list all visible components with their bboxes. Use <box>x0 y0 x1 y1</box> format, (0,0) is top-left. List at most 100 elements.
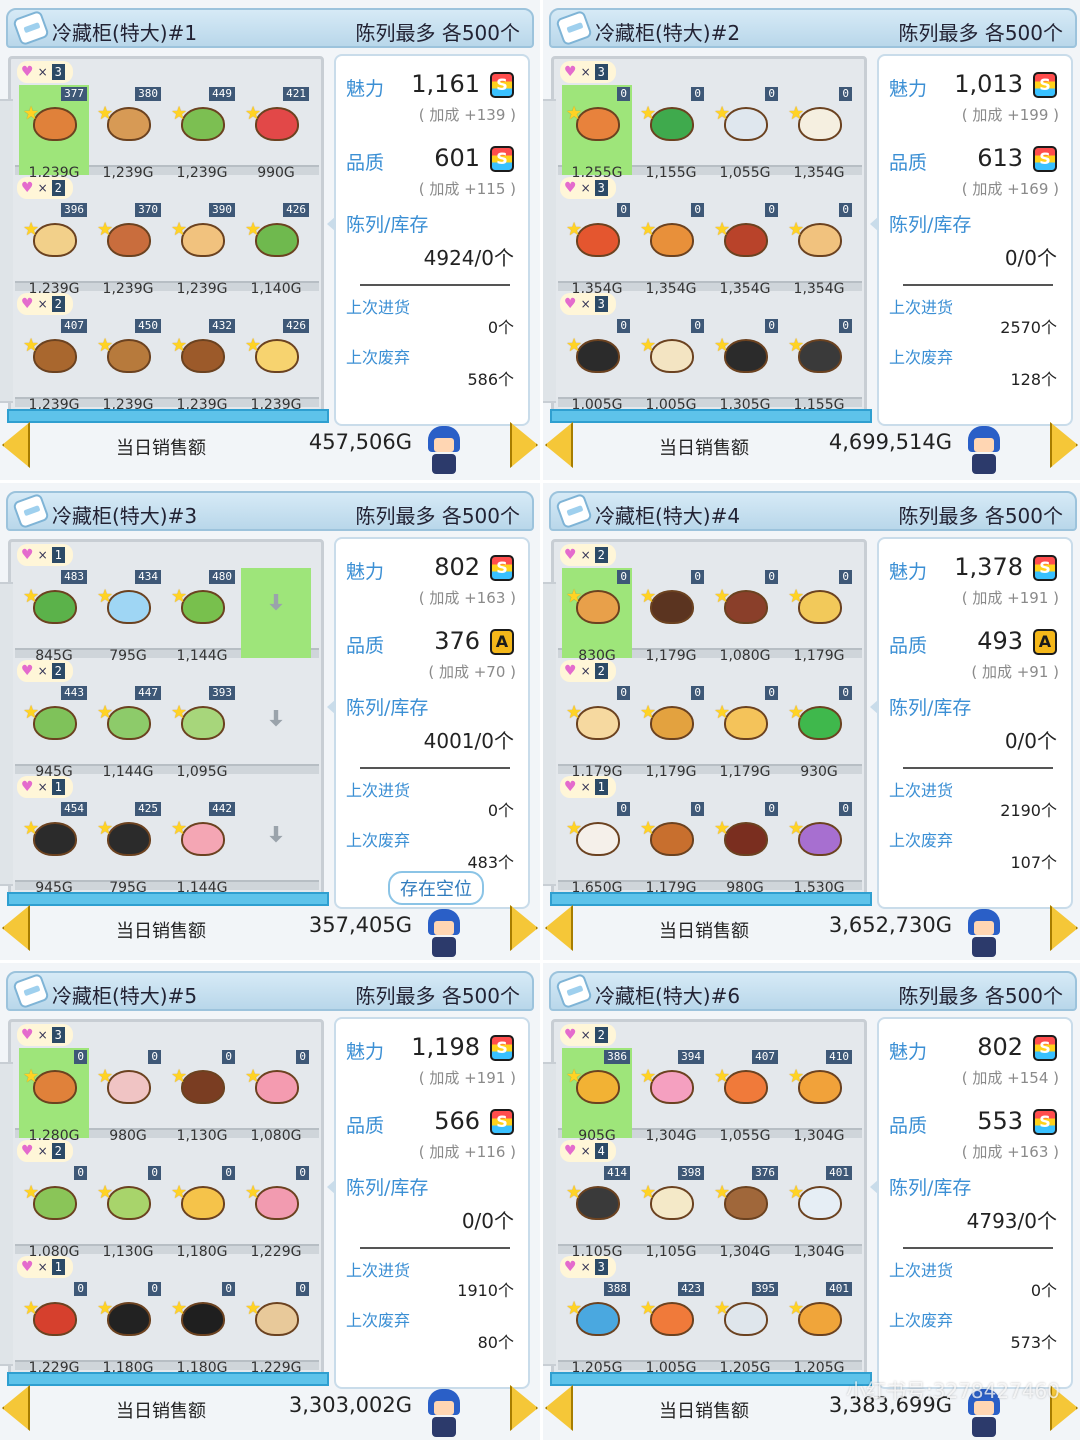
product-slot[interactable]: 407 ★ 1,239G <box>19 317 89 413</box>
product-slot[interactable]: 450 ★ 1,239G <box>93 317 163 413</box>
product-slot[interactable]: 0 ★ 980G <box>710 800 780 896</box>
product-slot[interactable]: 0 ★ 1,179G <box>636 568 706 664</box>
product-slot[interactable]: 388 ★ 1,205G <box>562 1280 632 1376</box>
prev-fridge-button[interactable] <box>545 1385 573 1431</box>
staff-avatar <box>964 426 1004 476</box>
prev-fridge-button[interactable] <box>2 422 30 468</box>
product-slot[interactable]: 394 ★ 1,304G <box>636 1048 706 1144</box>
prev-fridge-button[interactable] <box>2 1385 30 1431</box>
product-slot[interactable]: 0 ★ 1,130G <box>167 1048 237 1144</box>
quality-bonus: ( 加成 +116 ) <box>418 1143 516 1161</box>
product-slot[interactable]: 0 ★ 830G <box>562 568 632 664</box>
prev-fridge-button[interactable] <box>545 422 573 468</box>
product-slot[interactable]: 410 ★ 1,304G <box>784 1048 854 1144</box>
product-slot[interactable]: 377 ★ 1,239G <box>19 85 89 181</box>
product-icon <box>181 706 225 740</box>
product-slot[interactable]: 425 ★ 795G <box>93 800 163 896</box>
product-slot[interactable]: 0 ★ 1,080G <box>710 568 780 664</box>
product-slot[interactable]: 0 ★ 1,179G <box>562 684 632 780</box>
last-restock-value: 0个 <box>1030 1281 1057 1300</box>
product-slot[interactable]: 396 ★ 1,239G <box>19 201 89 297</box>
product-slot[interactable]: 401 ★ 1,205G <box>784 1280 854 1376</box>
charm-label: 魅力 <box>889 561 928 583</box>
product-slot[interactable]: 414 ★ 1,105G <box>562 1164 632 1260</box>
charm-bonus: ( 加成 +191 ) <box>418 1069 516 1087</box>
product-slot[interactable] <box>241 568 311 658</box>
next-fridge-button[interactable] <box>1050 905 1078 951</box>
product-slot[interactable]: 370 ★ 1,239G <box>93 201 163 297</box>
product-slot[interactable]: 0 ★ 1,179G <box>636 684 706 780</box>
product-slot[interactable]: 398 ★ 1,105G <box>636 1164 706 1260</box>
prev-fridge-button[interactable] <box>2 905 30 951</box>
product-slot[interactable]: 0 ★ 1,229G <box>241 1164 311 1260</box>
product-slot[interactable]: 0 ★ 1,179G <box>784 568 854 664</box>
product-slot[interactable]: 0 ★ 980G <box>93 1048 163 1144</box>
heart-icon: ♥ <box>21 180 34 196</box>
product-slot[interactable]: 426 ★ 1,239G <box>241 317 311 413</box>
product-slot[interactable]: 376 ★ 1,304G <box>710 1164 780 1260</box>
product-slot[interactable]: 0 ★ 1,229G <box>241 1280 311 1376</box>
product-slot[interactable]: 380 ★ 1,239G <box>93 85 163 181</box>
star-icon: ★ <box>171 1298 188 1319</box>
prev-fridge-button[interactable] <box>545 905 573 951</box>
next-fridge-button[interactable] <box>510 1385 538 1431</box>
product-slot[interactable]: 0 ★ 1,180G <box>93 1280 163 1376</box>
next-fridge-button[interactable] <box>1050 422 1078 468</box>
product-slot[interactable]: 0 ★ 1,305G <box>710 317 780 413</box>
product-slot[interactable]: 393 ★ 1,095G <box>167 684 237 780</box>
product-slot[interactable]: 390 ★ 1,239G <box>167 201 237 297</box>
product-slot[interactable]: 0 ★ 1,179G <box>710 684 780 780</box>
product-slot[interactable]: 0 ★ 1,354G <box>636 201 706 297</box>
product-slot[interactable] <box>241 800 311 890</box>
product-slot[interactable]: 0 ★ 1,130G <box>93 1164 163 1260</box>
product-slot[interactable]: 0 ★ 1,180G <box>167 1164 237 1260</box>
product-slot[interactable]: 0 ★ 1,650G <box>562 800 632 896</box>
product-slot[interactable]: 0 ★ 1,354G <box>784 201 854 297</box>
product-slot[interactable]: 386 ★ 905G <box>562 1048 632 1144</box>
product-slot[interactable]: 0 ★ 1,530G <box>784 800 854 896</box>
product-icon <box>576 1186 620 1220</box>
product-slot[interactable]: 0 ★ 1,080G <box>19 1164 89 1260</box>
product-slot[interactable]: 395 ★ 1,205G <box>710 1280 780 1376</box>
product-slot[interactable]: 0 ★ 1,055G <box>710 85 780 181</box>
product-slot[interactable]: 0 ★ 1,155G <box>636 85 706 181</box>
next-fridge-button[interactable] <box>510 422 538 468</box>
product-slot[interactable]: 447 ★ 1,144G <box>93 684 163 780</box>
product-slot[interactable]: 0 ★ 1,179G <box>636 800 706 896</box>
product-stock-count: 377 <box>61 87 87 101</box>
product-slot[interactable]: 442 ★ 1,144G <box>167 800 237 896</box>
product-slot[interactable]: 0 ★ 1,255G <box>562 85 632 181</box>
product-slot[interactable] <box>241 684 311 774</box>
product-slot[interactable]: 426 ★ 1,140G <box>241 201 311 297</box>
next-fridge-button[interactable] <box>510 905 538 951</box>
product-slot[interactable]: 0 ★ 1,354G <box>562 201 632 297</box>
product-slot[interactable]: 0 ★ 1,005G <box>562 317 632 413</box>
product-slot[interactable]: 0 ★ 1,180G <box>167 1280 237 1376</box>
product-slot[interactable]: 0 ★ 1,080G <box>241 1048 311 1144</box>
product-slot[interactable]: 0 ★ 1,354G <box>784 85 854 181</box>
quality-bonus: ( 加成 +163 ) <box>961 1143 1059 1161</box>
product-slot[interactable]: 0 ★ 1,280G <box>19 1048 89 1144</box>
product-slot[interactable]: 421 ★ 990G <box>241 85 311 181</box>
product-icon <box>181 107 225 141</box>
product-slot[interactable]: 449 ★ 1,239G <box>167 85 237 181</box>
product-slot[interactable]: 0 ★ 1,354G <box>710 201 780 297</box>
product-slot[interactable]: 432 ★ 1,239G <box>167 317 237 413</box>
shelf-row: ♥ × 1 454 ★ 945G 425 ★ 795G 442 ★ 1,144G <box>15 776 319 896</box>
daily-sales-label: 当日销售额 <box>116 921 206 942</box>
product-slot[interactable]: 401 ★ 1,304G <box>784 1164 854 1260</box>
product-slot[interactable]: 434 ★ 795G <box>93 568 163 664</box>
product-slot[interactable]: 443 ★ 945G <box>19 684 89 780</box>
product-slot[interactable]: 0 ★ 1,155G <box>784 317 854 413</box>
product-slot[interactable]: 0 ★ 1,229G <box>19 1280 89 1376</box>
product-slot[interactable]: 423 ★ 1,005G <box>636 1280 706 1376</box>
fridge-stats-card: 魅力 1,378 S ( 加成 +191 ) 品质 493 A ( 加成 +91 ) 陈列/库存… <box>870 537 1073 909</box>
row-multiplier-tag: ♥ × 3 <box>560 177 616 199</box>
product-slot[interactable]: 480 ★ 1,144G <box>167 568 237 664</box>
multiplier-x: × <box>37 780 48 794</box>
product-slot[interactable]: 407 ★ 1,055G <box>710 1048 780 1144</box>
product-slot[interactable]: 454 ★ 945G <box>19 800 89 896</box>
product-slot[interactable]: 0 ★ 1,005G <box>636 317 706 413</box>
product-slot[interactable]: 0 ★ 930G <box>784 684 854 780</box>
product-slot[interactable]: 483 ★ 845G <box>19 568 89 664</box>
